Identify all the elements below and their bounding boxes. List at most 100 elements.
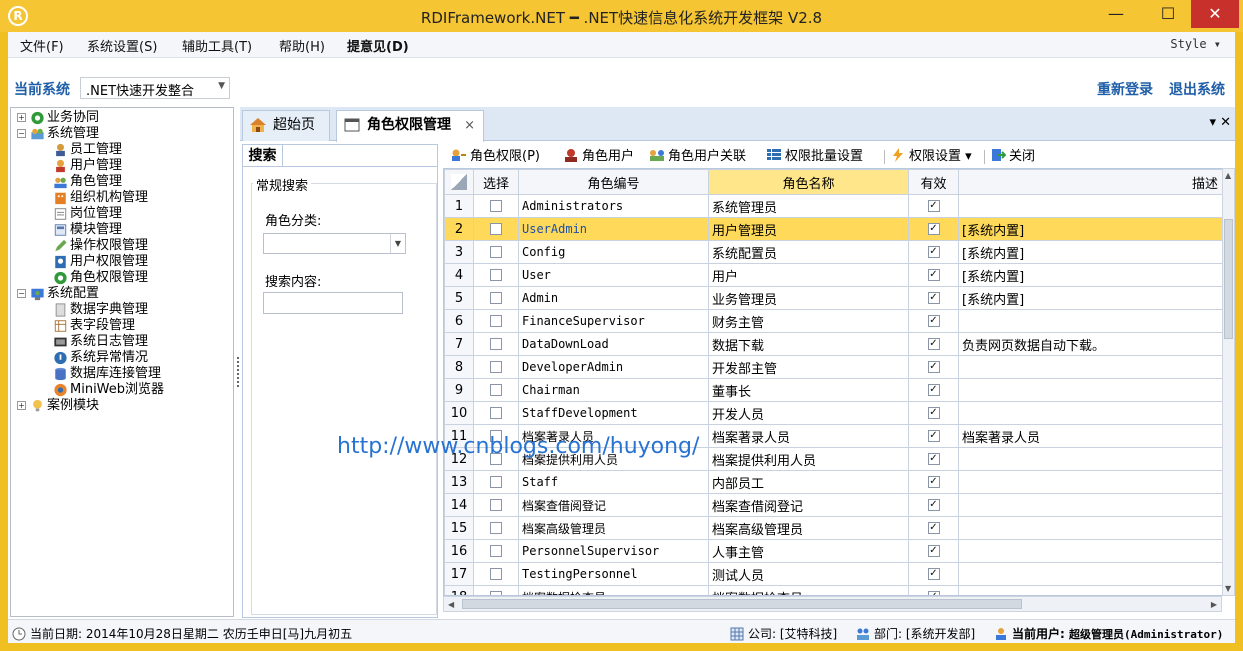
role-name-cell[interactable]: 档案数据检查员	[708, 585, 909, 595]
select-all-corner[interactable]	[444, 169, 474, 195]
relogin-link[interactable]: 重新登录	[1097, 79, 1153, 99]
tree-node-miniweb[interactable]: MiniWeb浏览器	[53, 382, 164, 398]
table-row[interactable]: 17 TestingPersonnel 测试人员 ✓	[444, 562, 1222, 586]
role-name-cell[interactable]: 董事长	[708, 378, 909, 402]
chevron-down-icon[interactable]: ▼	[390, 234, 405, 253]
row-select-checkbox[interactable]	[473, 470, 519, 494]
checkbox-icon[interactable]	[490, 522, 502, 534]
role-user-link-button[interactable]: 角色用户关联	[649, 148, 746, 166]
tree-node-system-management[interactable]: − 系统管理	[17, 126, 99, 142]
role-valid-checkbox[interactable]: ✓	[908, 562, 959, 586]
role-description-cell[interactable]	[958, 194, 1222, 218]
tree-node-module[interactable]: 模块管理	[53, 222, 122, 238]
row-select-checkbox[interactable]	[473, 263, 519, 287]
collapse-icon[interactable]: −	[17, 289, 26, 298]
column-header-description[interactable]: 描述	[958, 169, 1222, 195]
checkmark-icon[interactable]: ✓	[927, 384, 940, 396]
row-select-checkbox[interactable]	[473, 286, 519, 310]
role-valid-checkbox[interactable]: ✓	[908, 263, 959, 287]
role-description-cell[interactable]	[958, 378, 1222, 402]
checkmark-icon[interactable]: ✓	[927, 292, 940, 304]
tab-close-icon[interactable]: ×	[464, 111, 475, 140]
row-select-checkbox[interactable]	[473, 562, 519, 586]
role-code-cell[interactable]: DeveloperAdmin	[518, 355, 709, 379]
row-select-checkbox[interactable]	[473, 493, 519, 517]
horizontal-scroll-thumb[interactable]	[462, 599, 1022, 609]
role-valid-checkbox[interactable]: ✓	[908, 194, 959, 218]
table-row[interactable]: 4 User 用户 ✓ [系统内置]	[444, 263, 1222, 287]
column-header-select[interactable]: 选择	[473, 169, 519, 195]
role-valid-checkbox[interactable]: ✓	[908, 470, 959, 494]
expand-icon[interactable]: +	[17, 401, 26, 410]
role-valid-checkbox[interactable]: ✓	[908, 493, 959, 517]
role-code-cell[interactable]: DataDownLoad	[518, 332, 709, 356]
role-description-cell[interactable]: 档案著录人员	[958, 424, 1222, 448]
checkbox-icon[interactable]	[490, 568, 502, 580]
table-row[interactable]: 5 Admin 业务管理员 ✓ [系统内置]	[444, 286, 1222, 310]
scroll-right-icon[interactable]: ▶	[1211, 600, 1217, 609]
role-name-cell[interactable]: 系统配置员	[708, 240, 909, 264]
role-valid-checkbox[interactable]: ✓	[908, 240, 959, 264]
role-name-cell[interactable]: 档案查借阅登记	[708, 493, 909, 517]
table-row[interactable]: 16 PersonnelSupervisor 人事主管 ✓	[444, 539, 1222, 563]
row-select-checkbox[interactable]	[473, 309, 519, 333]
role-valid-checkbox[interactable]: ✓	[908, 585, 959, 595]
row-select-checkbox[interactable]	[473, 240, 519, 264]
role-permission-button[interactable]: 角色权限(P)	[451, 148, 540, 166]
tree-node-user[interactable]: 用户管理	[53, 158, 122, 174]
maximize-button[interactable]: ☐	[1145, 0, 1191, 28]
tree-node-employee[interactable]: 员工管理	[53, 142, 122, 158]
role-name-cell[interactable]: 测试人员	[708, 562, 909, 586]
scroll-down-icon[interactable]: ▼	[1225, 584, 1231, 593]
menu-feedback[interactable]: 提意见(D)	[347, 36, 409, 55]
tree-node-db-connection[interactable]: 数据库连接管理	[53, 366, 161, 382]
role-valid-checkbox[interactable]: ✓	[908, 378, 959, 402]
checkbox-icon[interactable]	[490, 200, 502, 212]
checkmark-icon[interactable]: ✓	[927, 430, 940, 442]
table-row[interactable]: 2 UserAdmin 用户管理员 ✓ [系统内置]	[444, 217, 1222, 241]
role-name-cell[interactable]: 数据下载	[708, 332, 909, 356]
row-select-checkbox[interactable]	[473, 378, 519, 402]
role-name-cell[interactable]: 人事主管	[708, 539, 909, 563]
scroll-up-icon[interactable]: ▲	[1225, 171, 1231, 180]
role-code-cell[interactable]: Staff	[518, 470, 709, 494]
role-description-cell[interactable]	[958, 470, 1222, 494]
vertical-scroll-thumb[interactable]	[1224, 219, 1233, 339]
column-header-name[interactable]: 角色名称	[708, 169, 909, 195]
checkbox-icon[interactable]	[490, 223, 502, 235]
checkbox-icon[interactable]	[490, 476, 502, 488]
checkbox-icon[interactable]	[490, 384, 502, 396]
tree-node-organization[interactable]: 组织机构管理	[53, 190, 148, 206]
tree-node-dictionary[interactable]: 数据字典管理	[53, 302, 148, 318]
batch-permission-button[interactable]: 权限批量设置	[766, 148, 863, 166]
table-row[interactable]: 15 档案高级管理员 档案高级管理员 ✓	[444, 516, 1222, 540]
role-code-cell[interactable]: User	[518, 263, 709, 287]
tree-node-business[interactable]: + 业务协同	[17, 110, 99, 126]
checkmark-icon[interactable]: ✓	[927, 315, 940, 327]
search-tab[interactable]: 搜索	[243, 145, 283, 167]
role-valid-checkbox[interactable]: ✓	[908, 424, 959, 448]
role-description-cell[interactable]: [系统内置]	[958, 240, 1222, 264]
role-code-cell[interactable]: Admin	[518, 286, 709, 310]
role-description-cell[interactable]	[958, 401, 1222, 425]
role-valid-checkbox[interactable]: ✓	[908, 309, 959, 333]
scroll-left-icon[interactable]: ◀	[448, 600, 454, 609]
checkbox-icon[interactable]	[490, 407, 502, 419]
role-valid-checkbox[interactable]: ✓	[908, 516, 959, 540]
menu-tools[interactable]: 辅助工具(T)	[182, 36, 252, 55]
role-code-cell[interactable]: FinanceSupervisor	[518, 309, 709, 333]
role-name-cell[interactable]: 内部员工	[708, 470, 909, 494]
menu-help[interactable]: 帮助(H)	[279, 36, 325, 55]
table-row[interactable]: 7 DataDownLoad 数据下载 ✓ 负责网页数据自动下载。	[444, 332, 1222, 356]
role-description-cell[interactable]	[958, 447, 1222, 471]
role-name-cell[interactable]: 用户	[708, 263, 909, 287]
role-code-cell[interactable]: PersonnelSupervisor	[518, 539, 709, 563]
role-name-cell[interactable]: 开发部主管	[708, 355, 909, 379]
tree-node-table-field[interactable]: 表字段管理	[53, 318, 135, 334]
horizontal-scrollbar[interactable]: ◀ ▶	[443, 596, 1222, 612]
tree-node-system-config[interactable]: − 系统配置	[17, 286, 99, 302]
checkmark-icon[interactable]: ✓	[927, 499, 940, 511]
table-row[interactable]: 3 Config 系统配置员 ✓ [系统内置]	[444, 240, 1222, 264]
checkmark-icon[interactable]: ✓	[927, 407, 940, 419]
role-valid-checkbox[interactable]: ✓	[908, 539, 959, 563]
